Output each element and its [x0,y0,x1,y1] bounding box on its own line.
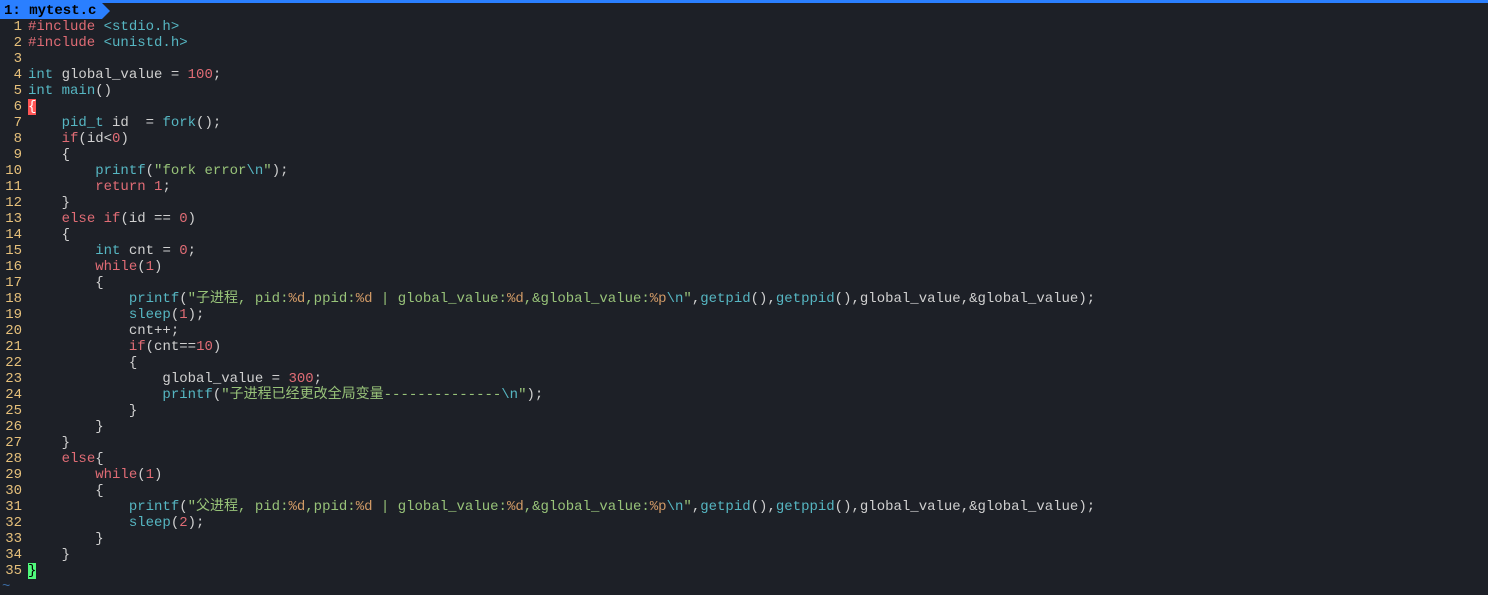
code-line: 12 } [0,195,1488,211]
line-number: 14 [0,227,28,243]
line-number: 35 [0,563,28,579]
line-number: 22 [0,355,28,371]
code-line: 1 #include <stdio.h> [0,19,1488,35]
line-number: 33 [0,531,28,547]
tab-bar: 1: mytest.c [0,3,1488,19]
code-line: 13 else if(id == 0) [0,211,1488,227]
line-number: 19 [0,307,28,323]
line-number: 23 [0,371,28,387]
code-line: 5 int main() [0,83,1488,99]
code-line: 16 while(1) [0,259,1488,275]
line-number: 30 [0,483,28,499]
code-line: 31 printf("父进程, pid:%d,ppid:%d | global_… [0,499,1488,515]
code-line: 24 printf("子进程已经更改全局变量--------------\n")… [0,387,1488,403]
line-number: 7 [0,115,28,131]
tab-file[interactable]: 1: mytest.c [0,3,102,19]
line-number: 18 [0,291,28,307]
line-number: 1 [0,19,28,35]
code-line: 22 { [0,355,1488,371]
empty-line-tilde: ~ [0,579,1488,595]
line-number: 5 [0,83,28,99]
line-number: 26 [0,419,28,435]
line-number: 6 [0,99,28,115]
code-line: 35 } [0,563,1488,579]
code-line: 6 { [0,99,1488,115]
line-number: 28 [0,451,28,467]
code-line: 27 } [0,435,1488,451]
code-line: 29 while(1) [0,467,1488,483]
code-line: 26 } [0,419,1488,435]
code-line: 14 { [0,227,1488,243]
code-line: 15 int cnt = 0; [0,243,1488,259]
line-number: 29 [0,467,28,483]
code-line: 34 } [0,547,1488,563]
code-line: 11 return 1; [0,179,1488,195]
line-number: 11 [0,179,28,195]
line-number: 4 [0,67,28,83]
brace-match-open: { [28,99,36,115]
tilde-icon: ~ [0,579,10,595]
line-number: 32 [0,515,28,531]
code-line: 18 printf("子进程, pid:%d,ppid:%d | global_… [0,291,1488,307]
line-number: 10 [0,163,28,179]
tab-label: 1: mytest.c [4,3,96,19]
line-number: 34 [0,547,28,563]
code-line: 19 sleep(1); [0,307,1488,323]
code-line: 20 cnt++; [0,323,1488,339]
line-number: 16 [0,259,28,275]
code-line: 23 global_value = 300; [0,371,1488,387]
code-line: 21 if(cnt==10) [0,339,1488,355]
brace-match-close: } [28,563,36,579]
code-line: 32 sleep(2); [0,515,1488,531]
code-line: 3 [0,51,1488,67]
code-line: 4 int global_value = 100; [0,67,1488,83]
code-line: 17 { [0,275,1488,291]
line-number: 20 [0,323,28,339]
line-number: 17 [0,275,28,291]
code-line: 25 } [0,403,1488,419]
code-line: 9 { [0,147,1488,163]
code-line: 2 #include <unistd.h> [0,35,1488,51]
line-number: 13 [0,211,28,227]
code-line: 7 pid_t id = fork(); [0,115,1488,131]
line-number: 15 [0,243,28,259]
line-number: 12 [0,195,28,211]
code-line: 10 printf("fork error\n"); [0,163,1488,179]
code-line: 8 if(id<0) [0,131,1488,147]
line-number: 9 [0,147,28,163]
line-number: 24 [0,387,28,403]
code-line: 28 else{ [0,451,1488,467]
line-number: 27 [0,435,28,451]
line-number: 8 [0,131,28,147]
line-number: 25 [0,403,28,419]
line-number: 3 [0,51,28,67]
code-line: 30 { [0,483,1488,499]
code-line: 33 } [0,531,1488,547]
code-editor[interactable]: 1 #include <stdio.h> 2 #include <unistd.… [0,19,1488,595]
line-number: 21 [0,339,28,355]
line-number: 2 [0,35,28,51]
line-number: 31 [0,499,28,515]
